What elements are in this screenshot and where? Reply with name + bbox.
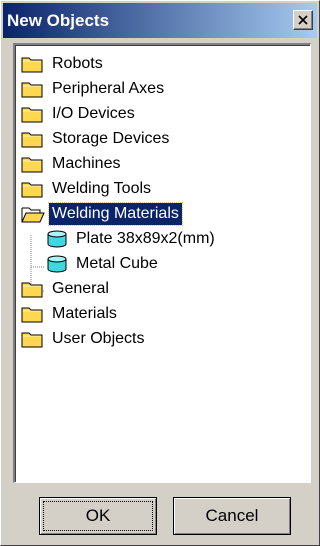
folder-icon	[21, 330, 45, 348]
close-button[interactable]	[293, 10, 313, 30]
tree-item-label: Welding Materials	[48, 201, 183, 226]
open-folder-icon	[21, 205, 45, 223]
tree-item-welding-materials[interactable]: Welding Materials	[21, 201, 183, 226]
title-bar[interactable]: New Objects	[3, 3, 317, 38]
tree-item-general[interactable]: General	[21, 276, 112, 301]
tree-item-label: Robots	[52, 54, 103, 72]
tree-item-metal-cube[interactable]: Metal Cube	[45, 251, 161, 276]
tree-item-welding-tools[interactable]: Welding Tools	[21, 176, 154, 201]
close-icon	[298, 15, 308, 25]
tree-item-label: Storage Devices	[52, 129, 170, 147]
folder-icon	[21, 180, 45, 198]
tree-item-label: Metal Cube	[76, 254, 158, 272]
tree-item-label: Plate 38x89x2(mm)	[76, 229, 215, 247]
tree-item-storage-devices[interactable]: Storage Devices	[21, 126, 172, 151]
tree-item-label: User Objects	[52, 329, 145, 347]
tree-item-label: Materials	[52, 304, 117, 322]
folder-icon	[21, 55, 45, 73]
folder-icon	[21, 155, 45, 173]
folder-icon	[21, 80, 45, 98]
ok-button-label: OK	[85, 506, 111, 525]
ok-button[interactable]: OK	[39, 497, 157, 535]
window-title: New Objects	[7, 11, 110, 30]
cylinder-object-icon	[45, 230, 69, 248]
folder-icon	[21, 105, 45, 123]
cancel-button-label: Cancel	[205, 506, 259, 525]
cylinder-object-icon	[45, 255, 69, 273]
tree-item-label: General	[52, 279, 109, 297]
tree-item-plate[interactable]: Plate 38x89x2(mm)	[45, 226, 218, 251]
tree-item-label: Peripheral Axes	[52, 79, 165, 97]
new-objects-dialog: New Objects Robots Peripheral Axes I/O D…	[0, 0, 320, 546]
tree-item-machines[interactable]: Machines	[21, 151, 123, 176]
tree-item-label: Machines	[52, 154, 121, 172]
tree-item-peripheral-axes[interactable]: Peripheral Axes	[21, 76, 167, 101]
tree-item-robots[interactable]: Robots	[21, 51, 106, 76]
object-tree[interactable]: Robots Peripheral Axes I/O Devices Stora…	[13, 43, 311, 483]
folder-icon	[21, 130, 45, 148]
tree-item-label: Welding Tools	[52, 179, 152, 197]
cancel-button[interactable]: Cancel	[173, 497, 291, 535]
tree-item-label: I/O Devices	[52, 104, 135, 122]
tree-item-user-objects[interactable]: User Objects	[21, 326, 147, 351]
tree-item-io-devices[interactable]: I/O Devices	[21, 101, 138, 126]
tree-item-materials[interactable]: Materials	[21, 301, 120, 326]
folder-icon	[21, 305, 45, 323]
folder-icon	[21, 280, 45, 298]
